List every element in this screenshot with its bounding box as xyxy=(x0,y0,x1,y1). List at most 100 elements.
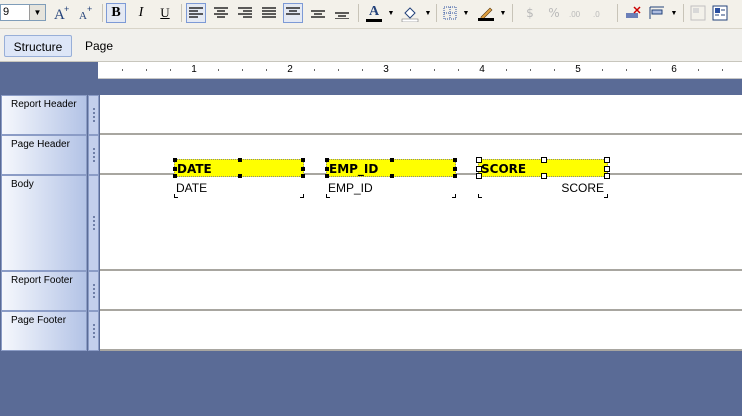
align-left-button[interactable] xyxy=(186,3,206,23)
align-right-icon xyxy=(238,7,252,18)
header-field-score[interactable]: SCORE xyxy=(476,157,610,179)
ruler-tick xyxy=(698,69,699,71)
bold-button[interactable]: B xyxy=(106,3,126,23)
section-label-report-footer[interactable]: Report Footer xyxy=(1,271,87,311)
section-label-page-footer[interactable]: Page Footer xyxy=(1,311,87,351)
section-report-header: Report Header xyxy=(0,95,742,135)
tab-page[interactable]: Page xyxy=(78,35,120,57)
valign-bottom-button[interactable] xyxy=(332,3,352,23)
ruler-number: 5 xyxy=(575,64,581,75)
svg-text:+: + xyxy=(64,4,69,14)
layout-icon xyxy=(690,5,706,21)
header-field-text: SCORE xyxy=(481,162,527,176)
ruler-tick xyxy=(314,69,315,71)
font-grow-icon: A + xyxy=(54,4,69,22)
currency-button[interactable]: $ xyxy=(520,3,540,23)
chevron-down-icon[interactable]: ▼ xyxy=(424,3,432,23)
decimal-increase-icon: .00 xyxy=(569,10,581,19)
resize-grip[interactable] xyxy=(88,95,99,135)
section-label-body[interactable]: Body xyxy=(1,175,87,271)
ruler-tick xyxy=(242,69,243,71)
align-objects-icon xyxy=(649,6,664,19)
justify-button[interactable] xyxy=(259,3,279,23)
section-label-text: Page Header xyxy=(11,139,70,150)
ruler-tick xyxy=(650,69,651,71)
ruler-tick xyxy=(122,69,123,71)
body-field-text: DATE xyxy=(176,181,208,195)
body-field-score[interactable]: SCORE xyxy=(478,181,608,198)
resize-grip[interactable] xyxy=(88,271,99,311)
section-label-text: Report Header xyxy=(11,99,77,110)
header-field-text: EMP_ID xyxy=(329,162,379,176)
header-field-date[interactable]: DATE xyxy=(173,158,305,178)
fill-color-button[interactable] xyxy=(400,3,420,23)
ruler-tick xyxy=(602,69,603,71)
font-size-value: 9 xyxy=(3,6,10,18)
decimal-decrease-icon: .0 xyxy=(593,10,600,19)
align-left-icon xyxy=(189,7,203,18)
ruler-tick xyxy=(434,69,435,71)
align-objects-button[interactable] xyxy=(647,3,667,23)
borders-button[interactable] xyxy=(440,3,460,23)
body-field-date[interactable]: DATE xyxy=(174,181,304,198)
increase-font-button[interactable]: A + xyxy=(52,3,72,23)
valign-top-button[interactable] xyxy=(283,3,303,23)
font-shrink-icon: A+ xyxy=(79,4,92,22)
chevron-down-icon[interactable]: ▼ xyxy=(499,3,507,23)
ruler-number: 1 xyxy=(191,64,197,75)
increase-decimal-button[interactable]: .00 xyxy=(568,3,588,23)
header-field-text: DATE xyxy=(177,162,212,176)
valign-top-icon xyxy=(286,7,300,15)
align-center-icon xyxy=(214,7,228,18)
properties-button[interactable] xyxy=(710,3,730,23)
italic-button[interactable]: I xyxy=(131,3,151,23)
body-field-emp-id[interactable]: EMP_ID xyxy=(326,181,456,198)
font-size-select[interactable]: 9 ▼ xyxy=(0,4,46,21)
decrease-decimal-button[interactable]: .0 xyxy=(592,3,612,23)
valign-bottom-icon xyxy=(335,12,349,19)
ruler-tick xyxy=(506,69,507,71)
underline-button[interactable]: U xyxy=(155,3,175,23)
paint-bucket-icon xyxy=(401,7,419,22)
section-label-page-header[interactable]: Page Header xyxy=(1,135,87,175)
chevron-down-icon[interactable]: ▼ xyxy=(387,3,395,23)
chevron-down-icon[interactable]: ▼ xyxy=(462,3,470,23)
section-label-text: Body xyxy=(11,179,34,190)
line-color-button[interactable] xyxy=(476,3,496,23)
report-footer-canvas[interactable] xyxy=(100,271,742,311)
ruler-number: 2 xyxy=(287,64,293,75)
report-header-canvas[interactable] xyxy=(100,95,742,135)
tab-structure[interactable]: Structure xyxy=(4,35,72,57)
percent-button[interactable]: % xyxy=(544,3,564,23)
decrease-font-button[interactable]: A + xyxy=(76,3,96,23)
valign-middle-icon xyxy=(311,10,325,18)
border-grid-icon xyxy=(443,6,457,20)
ruler-tick xyxy=(338,69,339,71)
section-label-report-header[interactable]: Report Header xyxy=(1,95,87,135)
chevron-down-icon[interactable]: ▼ xyxy=(670,3,678,23)
page-footer-canvas[interactable] xyxy=(100,311,742,351)
disabled-tool-button[interactable] xyxy=(688,3,708,23)
header-field-emp-id[interactable]: EMP_ID xyxy=(325,158,457,178)
resize-grip[interactable] xyxy=(88,175,99,271)
font-color-button[interactable]: A xyxy=(364,3,384,23)
ruler-tick xyxy=(626,69,627,71)
justify-icon xyxy=(262,7,276,18)
formatting-toolbar: 9 ▼ A + A + B I U A ▼ ▼ ▼ ▼ $ % .00 .0 ▼ xyxy=(0,0,742,29)
pencil-icon xyxy=(480,7,493,18)
valign-middle-button[interactable] xyxy=(308,3,328,23)
view-tab-bar: Structure Page xyxy=(0,29,742,62)
resize-grip[interactable] xyxy=(88,311,99,351)
svg-text:.0: .0 xyxy=(593,10,600,19)
ruler-tick xyxy=(554,69,555,71)
align-center-button[interactable] xyxy=(211,3,231,23)
svg-text:A: A xyxy=(79,10,87,22)
ruler-tick xyxy=(530,69,531,71)
ruler-tick xyxy=(170,69,171,71)
resize-grip[interactable] xyxy=(88,135,99,175)
clear-format-button[interactable] xyxy=(623,3,643,23)
ruler-tick xyxy=(458,69,459,71)
chevron-down-icon[interactable]: ▼ xyxy=(29,5,45,20)
clear-format-icon xyxy=(626,6,641,18)
align-right-button[interactable] xyxy=(235,3,255,23)
